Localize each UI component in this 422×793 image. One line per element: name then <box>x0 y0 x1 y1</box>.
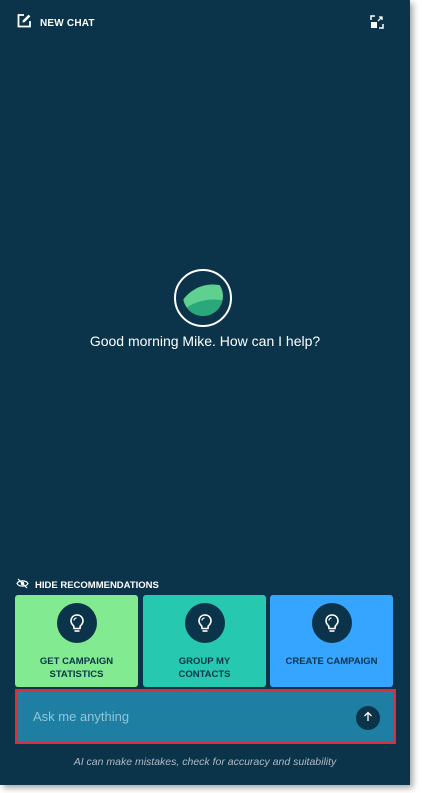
ai-disclaimer: AI can make mistakes, check for accuracy… <box>73 756 337 768</box>
recommendation-card-group-contacts[interactable]: GROUP MY CONTACTS <box>143 595 266 687</box>
assistant-logo <box>174 269 232 327</box>
recommendation-card-campaign-statistics[interactable]: GET CAMPAIGN STATISTICS <box>15 595 138 687</box>
chat-input-container <box>15 689 396 744</box>
expand-icon <box>370 15 384 33</box>
send-button[interactable] <box>356 706 380 730</box>
hide-recommendations-label: HIDE RECOMMENDATIONS <box>35 579 159 591</box>
lightbulb-icon <box>184 603 225 643</box>
eye-off-icon <box>16 576 29 594</box>
chat-header: NEW CHAT <box>16 12 386 34</box>
card-label: GET CAMPAIGN STATISTICS <box>39 656 114 680</box>
card-label: GROUP MY CONTACTS <box>178 656 231 680</box>
hide-recommendations-toggle[interactable]: HIDE RECOMMENDATIONS <box>16 576 159 594</box>
edit-icon <box>16 13 32 34</box>
chat-input[interactable] <box>17 691 394 742</box>
new-chat-label: NEW CHAT <box>40 17 95 29</box>
recommendation-card-create-campaign[interactable]: CREATE CAMPAIGN <box>270 595 393 687</box>
expand-button[interactable] <box>370 15 386 31</box>
lightbulb-icon <box>56 603 97 643</box>
chat-panel: NEW CHAT Good morning Mike. How can I he… <box>0 0 410 785</box>
card-label: CREATE CAMPAIGN <box>285 656 378 667</box>
lightbulb-icon <box>311 603 352 643</box>
greeting-text: Good morning Mike. How can I help? <box>89 333 321 349</box>
new-chat-button[interactable]: NEW CHAT <box>16 13 95 34</box>
leaf-logo-icon <box>182 275 224 322</box>
arrow-up-icon <box>363 709 373 727</box>
